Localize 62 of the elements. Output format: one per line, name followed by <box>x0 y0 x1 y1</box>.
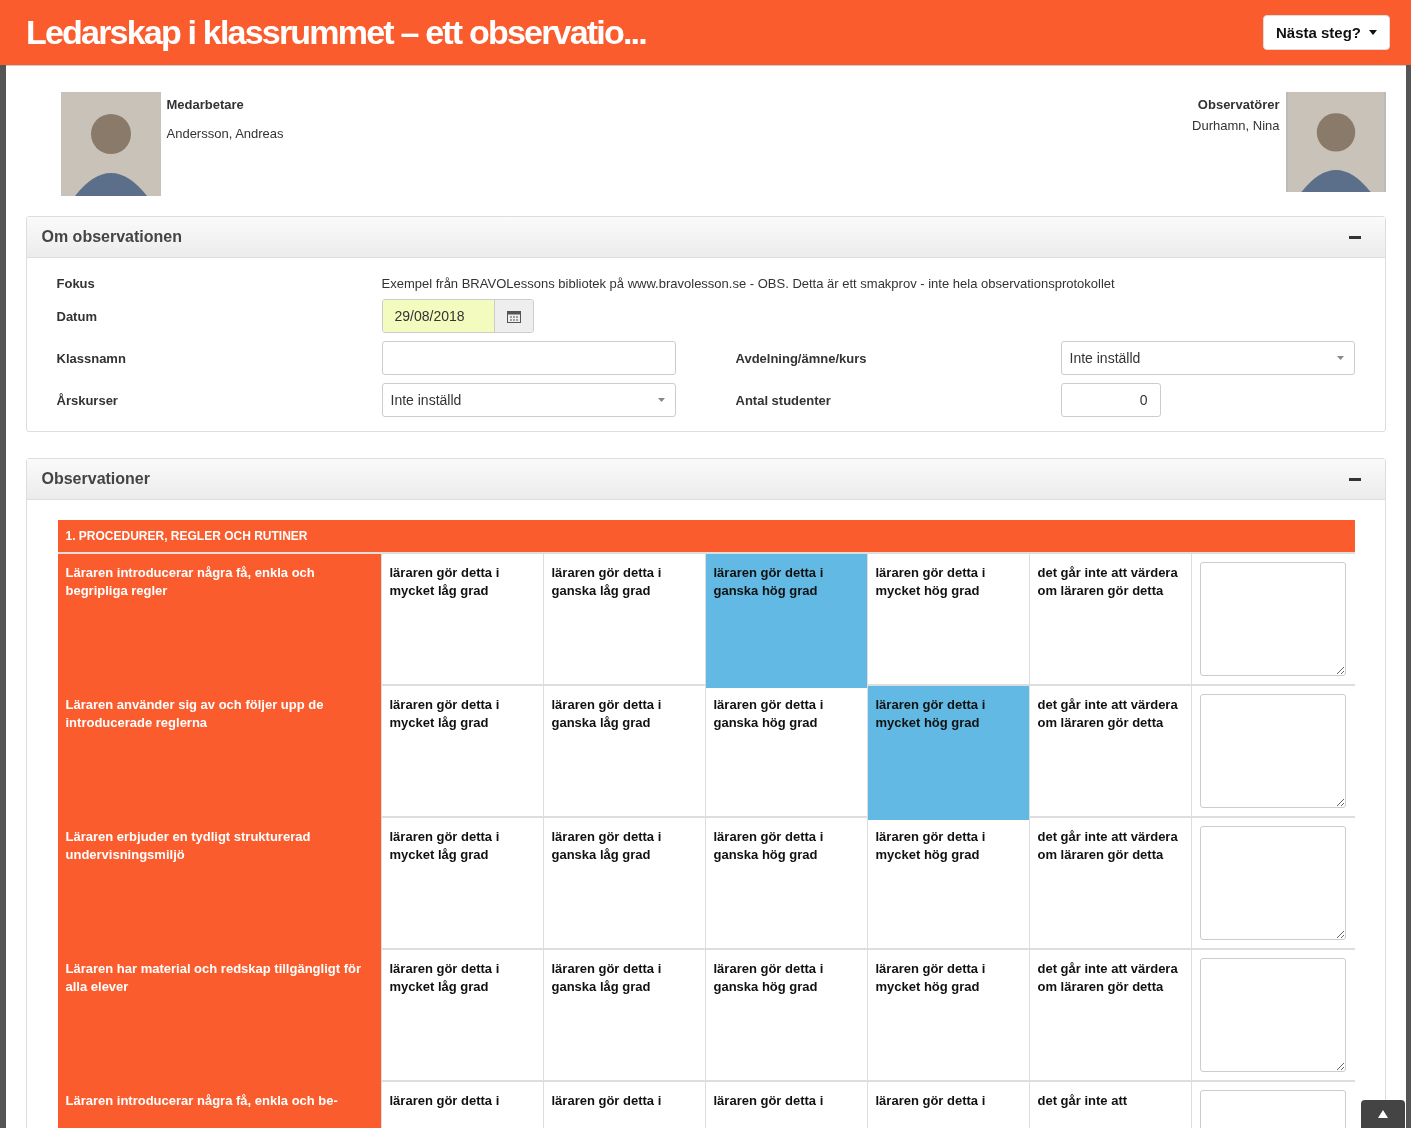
panel-title: Observationer <box>41 470 150 488</box>
up-arrow-icon <box>1378 1110 1388 1118</box>
rating-option[interactable]: läraren gör detta i <box>542 1082 705 1128</box>
comment-field[interactable] <box>1199 958 1346 1072</box>
field-label: Avdelning/ämne/kurs <box>735 350 868 366</box>
employee-label: Medarbetare <box>166 97 245 112</box>
calendar-icon <box>506 309 521 323</box>
date-field[interactable]: 29/08/2018 <box>381 299 534 333</box>
rating-option[interactable]: läraren gör detta i mycket låg grad <box>380 950 543 1084</box>
observer-label: Observatörer <box>1196 97 1280 112</box>
observer-name: Durhamn, Nina <box>1192 118 1280 133</box>
field-label: Datum <box>56 308 98 324</box>
rating-option[interactable]: läraren gör detta i ganska låg grad <box>542 950 705 1084</box>
rating-option[interactable]: läraren gör detta i ganska låg grad <box>542 686 705 820</box>
rating-option[interactable]: läraren gör detta i mycket hög grad <box>866 818 1029 952</box>
rating-option[interactable]: läraren gör detta i mycket låg grad <box>380 818 543 952</box>
rating-option[interactable]: läraren gör detta i ganska låg grad <box>542 818 705 952</box>
criterion-cell: Läraren har material och redskap tillgängligt för alla elever <box>57 950 381 1084</box>
rating-option[interactable]: läraren gör detta i mycket låg grad <box>380 554 543 688</box>
class-name-field[interactable] <box>381 341 676 375</box>
collapse-button[interactable] <box>1348 235 1361 239</box>
comment-field[interactable] <box>1199 826 1346 940</box>
rating-option[interactable]: det går inte att värdera om läraren gör detta <box>1028 818 1191 952</box>
comment-field[interactable] <box>1199 562 1346 676</box>
rating-option[interactable]: läraren gör detta i ganska låg grad <box>542 554 705 688</box>
caret-icon <box>657 398 665 402</box>
criterion-cell: Läraren introducerar några få, enkla och begripliga regler <box>57 554 381 688</box>
collapse-button[interactable] <box>1348 477 1361 481</box>
rating-option[interactable]: det går inte att värdera om läraren gör detta <box>1028 686 1191 820</box>
employee-name: Andersson, Andreas <box>166 126 284 141</box>
caret-icon <box>1369 30 1377 35</box>
field-label: Årskurser <box>56 392 119 408</box>
rating-option[interactable]: läraren gör detta i ganska hög grad <box>704 686 867 820</box>
rating-option[interactable]: det går inte att värdera om läraren gör detta <box>1028 554 1191 688</box>
section-heading: 1. PROCEDURER, REGLER OCH RUTINER <box>57 520 1355 554</box>
rating-option[interactable]: det går inte att värdera om läraren gör detta <box>1028 950 1191 1084</box>
rating-option[interactable]: läraren gör detta i mycket hög grad <box>866 950 1029 1084</box>
page-title: Ledarskap i klassrummet – ett observatio... <box>26 13 646 52</box>
next-step-button[interactable]: Nästa steg? <box>1262 15 1390 50</box>
panel-title: Om observationen <box>41 228 182 246</box>
rating-option[interactable]: läraren gör detta i mycket låg grad <box>380 686 543 820</box>
criterion-cell: Läraren introducerar några få, enkla och be- <box>57 1082 381 1128</box>
rating-option[interactable]: läraren gör detta i ganska hög grad <box>704 554 867 688</box>
grades-select[interactable]: Inte inställd <box>381 383 676 417</box>
student-count-field[interactable]: 0 <box>1060 383 1161 417</box>
scroll-top-button[interactable] <box>1361 1100 1405 1128</box>
field-label: Fokus <box>56 276 96 291</box>
rating-option[interactable]: läraren gör detta i ganska hög grad <box>704 950 867 1084</box>
rating-option[interactable]: det går inte att <box>1028 1082 1191 1128</box>
rating-option[interactable]: läraren gör detta i mycket hög grad <box>866 686 1029 820</box>
focus-text: Exempel från BRAVOLessons bibliotek på www.bravolesson.se - OBS. Detta är ett smakprov - inte hela observationsprotokollet <box>381 276 1116 291</box>
caret-icon <box>1336 356 1344 360</box>
comment-field[interactable] <box>1199 694 1346 808</box>
criterion-cell: Läraren använder sig av och följer upp de introducerade reglerna <box>57 686 381 820</box>
field-label: Klassnamn <box>56 350 127 366</box>
criterion-cell: Läraren erbjuder en tydligt strukturerad undervisningsmiljö <box>57 818 381 952</box>
field-label: Antal studenter <box>735 392 832 408</box>
rating-option[interactable]: läraren gör detta i <box>866 1082 1029 1128</box>
rating-option[interactable]: läraren gör detta i <box>704 1082 867 1128</box>
rating-option[interactable]: läraren gör detta i ganska hög grad <box>704 818 867 952</box>
department-select[interactable]: Inte inställd <box>1060 341 1355 375</box>
rating-option[interactable]: läraren gör detta i <box>380 1082 543 1128</box>
